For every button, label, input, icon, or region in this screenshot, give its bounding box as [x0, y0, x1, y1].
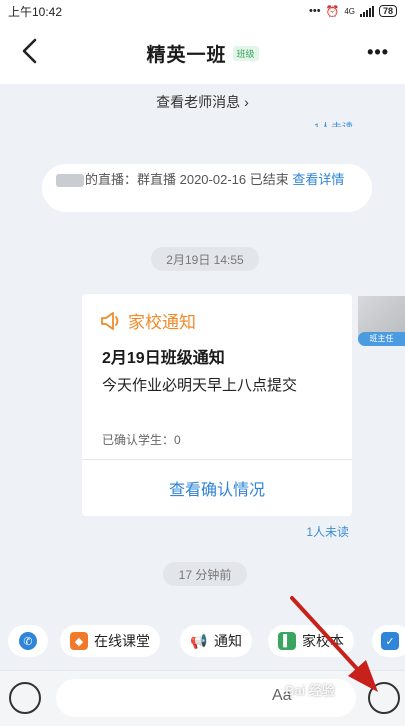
- battery-icon: 78: [378, 5, 397, 17]
- page-title: 精英一班: [146, 44, 227, 66]
- timestamp-text: 17 分钟前: [178, 567, 232, 582]
- notice-label: 通知: [214, 633, 242, 649]
- message-input-bar: Aa: [0, 670, 405, 726]
- status-dots: •••: [309, 5, 321, 17]
- bot-assistant-button[interactable]: ✆: [8, 625, 48, 657]
- chevron-right-icon: ›: [244, 94, 249, 110]
- previous-unread-label: 1人未读: [314, 119, 353, 127]
- book-icon: ▌: [278, 632, 296, 650]
- signal-icon: [359, 5, 374, 17]
- clipboard-icon: ✓: [381, 632, 399, 650]
- timestamp-pill: 17 分钟前: [163, 562, 247, 586]
- megaphone-icon: [101, 311, 119, 330]
- timestamp-pill: 2月19日 14:55: [151, 247, 259, 271]
- add-icon[interactable]: [368, 682, 400, 714]
- notice-body: 今天作业必明天早上八点提交: [102, 377, 298, 394]
- page-title-group: 精英一班 班级: [146, 40, 259, 67]
- view-teacher-messages[interactable]: 查看老师消息 ›: [0, 92, 405, 112]
- bot-icon: ✆: [19, 632, 37, 650]
- online-class-button[interactable]: ◆ 在线课堂: [60, 625, 160, 657]
- timestamp-text: 2月19日 14:55: [166, 252, 244, 267]
- baidu-watermark: Bai 经验: [285, 683, 335, 698]
- more-icon[interactable]: •••: [367, 42, 389, 63]
- voice-icon[interactable]: [9, 682, 41, 714]
- online-class-icon: ◆: [70, 632, 88, 650]
- status-time: 上午10:42: [8, 4, 63, 19]
- notice-type-label: 家校通知: [128, 313, 196, 332]
- live-session-text: 的直播：群直播 2020-02-16 已结束: [85, 172, 293, 187]
- confirmed-count: 已确认学生：0: [102, 433, 181, 447]
- online-class-label: 在线课堂: [94, 633, 150, 649]
- redacted-name: [56, 174, 84, 188]
- network-label: 4G: [344, 6, 355, 16]
- view-teacher-messages-label: 查看老师消息: [156, 94, 241, 110]
- megaphone-icon: 📢: [190, 632, 208, 650]
- notice-type: 家校通知: [100, 308, 196, 333]
- notice-button[interactable]: 📢 通知: [180, 625, 252, 657]
- view-confirmation-button[interactable]: 查看确认情况: [82, 460, 352, 516]
- view-details-link[interactable]: 查看详情: [292, 172, 344, 187]
- unread-count: 1人未读: [306, 525, 349, 539]
- status-bar: 上午10:42 ••• ⏰ 4G 78: [0, 0, 405, 22]
- notice-title: 2月19日班级通知: [102, 350, 225, 367]
- notice-card[interactable]: 家校通知 2月19日班级通知 今天作业必明天早上八点提交 已确认学生：0 查看确…: [82, 294, 352, 516]
- alarm-icon: ⏰: [325, 5, 340, 18]
- home-book-label: 家校本: [302, 633, 344, 649]
- nav-bar: 精英一班 班级 •••: [0, 22, 405, 84]
- checklist-button[interactable]: ✓: [372, 625, 405, 657]
- back-arrow-icon[interactable]: [18, 36, 42, 66]
- home-book-button[interactable]: ▌ 家校本: [268, 625, 354, 657]
- live-session-message: 的直播：群直播 2020-02-16 已结束 查看详情: [42, 164, 372, 212]
- sender-role-badge: 班主任: [358, 332, 405, 346]
- class-tag: 班级: [232, 45, 259, 61]
- quick-actions-bar: ✆ ◆ 在线课堂 📢 通知 ▌ 家校本 ✓: [0, 618, 405, 664]
